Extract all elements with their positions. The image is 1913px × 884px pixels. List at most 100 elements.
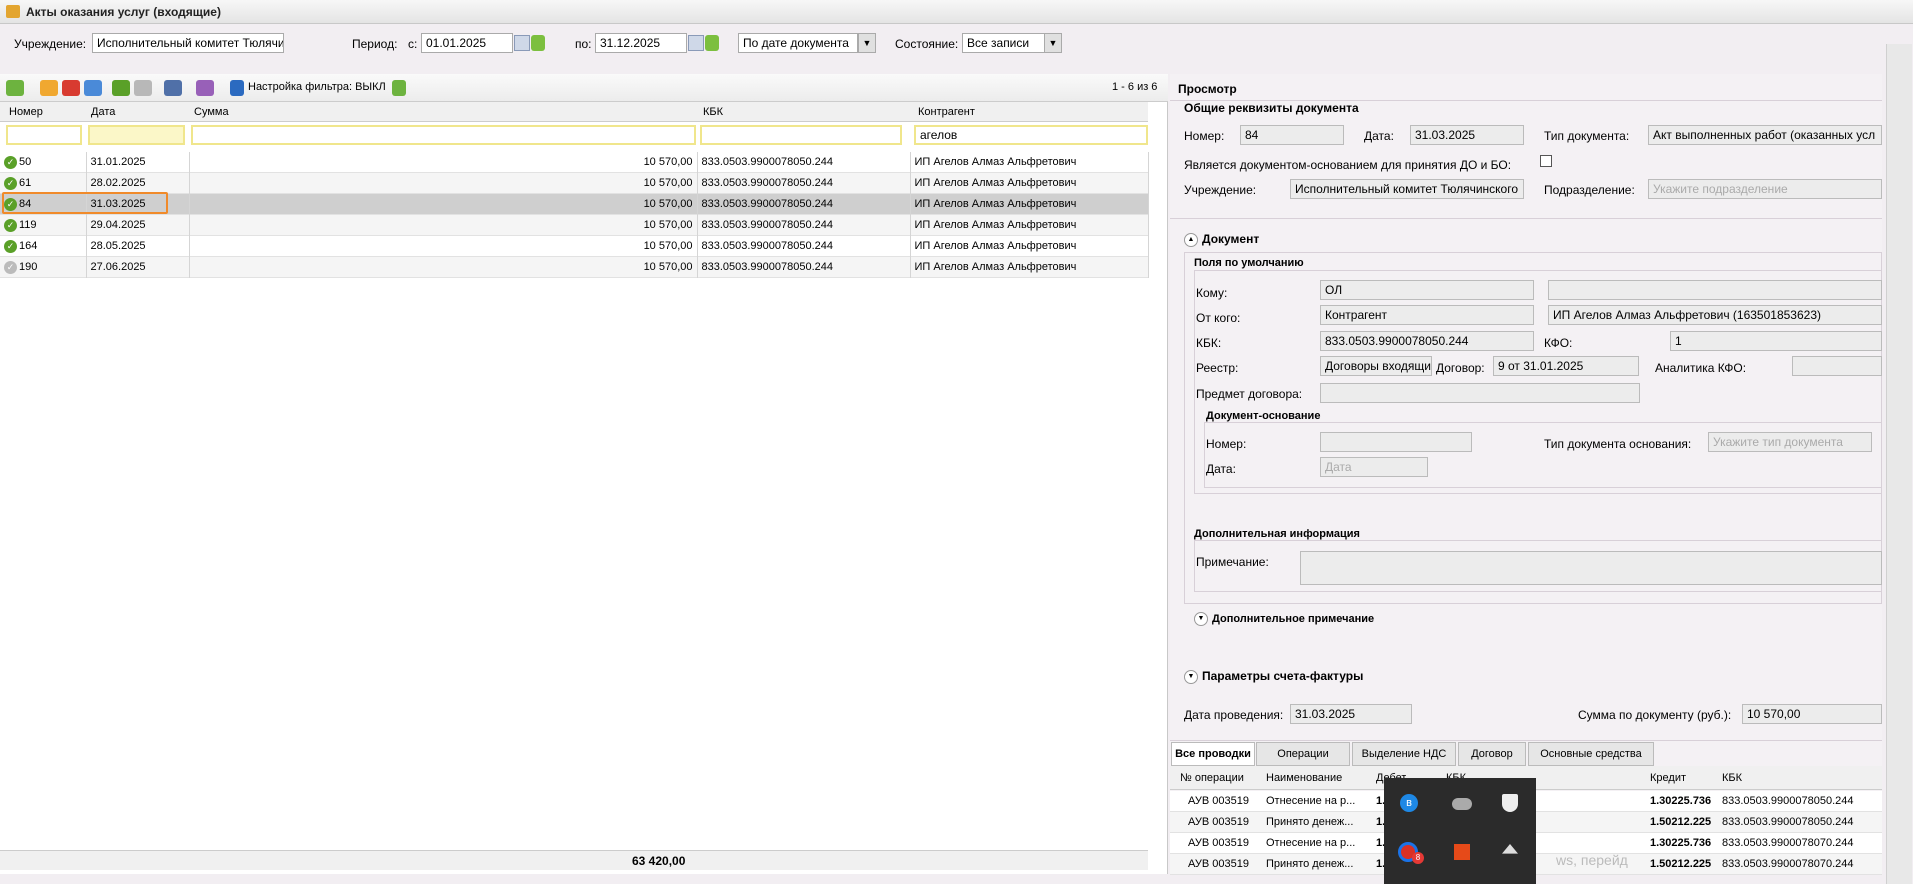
calendar-icon[interactable] — [688, 35, 704, 51]
institution-field[interactable]: Исполнительный комитет Тюлячи — [92, 33, 284, 53]
table-row[interactable]: ✓ 119 29.04.2025 10 570,00 833.0503.99000780… — [0, 214, 1149, 236]
col-kbk[interactable]: КБК — [703, 106, 723, 118]
row-date: 28.02.2025 — [90, 177, 146, 189]
tab-4[interactable]: Основные средства — [1528, 742, 1654, 766]
row-date: 31.01.2025 — [90, 156, 146, 168]
vertical-scrollbar[interactable] — [1886, 44, 1912, 884]
subdivision-field[interactable]: Укажите подразделение — [1648, 179, 1882, 199]
filter-number-input[interactable] — [6, 125, 82, 145]
eject-usb-icon[interactable] — [1502, 844, 1518, 854]
document-section-title[interactable]: ▲ Документ — [1184, 232, 1259, 247]
from-name-field[interactable]: ИП Агелов Алмаз Альфретович (16350185362… — [1548, 305, 1882, 325]
basis-type-field[interactable]: Укажите тип документа — [1708, 432, 1872, 452]
row-kbk: 833.0503.9900078050.244 — [701, 219, 834, 231]
filter-kbk-input[interactable] — [700, 125, 902, 145]
row-kbk: 833.0503.9900078050.244 — [701, 156, 834, 168]
note-field[interactable] — [1300, 551, 1882, 585]
filter-setting-button[interactable]: Настройка фильтра: ВЫКЛ — [248, 81, 386, 93]
subject-field[interactable] — [1320, 383, 1640, 403]
row-contractor: ИП Агелов Алмаз Альфретович — [914, 156, 1077, 168]
refresh-date-icon[interactable] — [705, 35, 719, 51]
date-to-field[interactable]: 31.12.2025 — [595, 33, 687, 53]
table-row[interactable]: ✓ 61 28.02.2025 10 570,00 833.0503.990007805… — [0, 172, 1149, 194]
filter-contractor-input[interactable]: агелов — [914, 125, 1148, 145]
to-field[interactable]: ОЛ — [1320, 280, 1534, 300]
postings-cell-op: АУВ 003519 — [1188, 837, 1249, 849]
edit-icon[interactable] — [40, 80, 58, 96]
tab-3[interactable]: Договор — [1458, 742, 1526, 766]
contract-field[interactable]: 9 от 31.01.2025 — [1493, 356, 1639, 376]
extra-note-title[interactable]: ▼ Дополнительное примечание — [1194, 612, 1374, 626]
delete-icon[interactable] — [62, 80, 80, 96]
chevron-down-icon[interactable]: ▼ — [1044, 33, 1062, 53]
basis-date-field[interactable]: Дата — [1320, 457, 1428, 477]
registry-field[interactable]: Договоры входящие — [1320, 356, 1432, 376]
filter-icon[interactable] — [230, 80, 244, 96]
postings-cell-kbk2: 833.0503.9900078050.244 — [1722, 816, 1854, 828]
doc-sum-field[interactable]: 10 570,00 — [1742, 704, 1882, 724]
filter-sum-input[interactable] — [191, 125, 696, 145]
tab-0[interactable]: Все проводки — [1171, 742, 1255, 766]
table-row[interactable]: ✓ 190 27.06.2025 10 570,00 833.0503.99000780… — [0, 256, 1149, 278]
tab-1[interactable]: Операции — [1256, 742, 1350, 766]
postings-cell-credit: 1.50212.225 — [1650, 858, 1712, 870]
doc-type-field[interactable]: Акт выполненных работ (оказанных усл — [1648, 125, 1882, 145]
filter-date-input[interactable] — [88, 125, 185, 145]
row-kbk: 833.0503.9900078050.244 — [701, 261, 834, 273]
settings-icon[interactable] — [196, 80, 214, 96]
row-contractor: ИП Агелов Алмаз Альфретович — [914, 240, 1077, 252]
collapse-icon[interactable]: ▲ — [1184, 232, 1198, 247]
number-field[interactable]: 84 — [1240, 125, 1344, 145]
office-icon[interactable] — [1454, 844, 1470, 860]
postings-col-0[interactable]: № операции — [1180, 768, 1244, 789]
institution-view-field[interactable]: Исполнительный комитет Тюлячинского — [1290, 179, 1524, 199]
kfo-field[interactable]: 1 — [1670, 331, 1882, 351]
expand-icon[interactable]: ▼ — [1194, 612, 1208, 626]
chevron-down-icon[interactable]: ▼ — [858, 33, 876, 53]
security-warning-icon[interactable] — [1502, 794, 1518, 812]
table-row[interactable]: ✓ 50 31.01.2025 10 570,00 833.0503.990007805… — [0, 152, 1149, 173]
cloud-offline-icon[interactable] — [1452, 798, 1472, 810]
number-label: Номер: — [1184, 129, 1225, 143]
refresh-icon[interactable] — [392, 80, 406, 96]
print-icon[interactable] — [164, 80, 182, 96]
calendar-icon[interactable] — [514, 35, 530, 51]
from-field[interactable]: Контрагент — [1320, 305, 1534, 325]
kbk-field[interactable]: 833.0503.9900078050.244 — [1320, 331, 1534, 351]
unapprove-icon[interactable] — [134, 80, 152, 96]
to-detail-field[interactable] — [1548, 280, 1882, 300]
tab-2[interactable]: Выделение НДС — [1352, 742, 1456, 766]
copy-icon[interactable] — [84, 80, 102, 96]
grid-footer: 63 420,00 — [0, 850, 1148, 870]
pending-status-icon: ✓ — [4, 260, 17, 274]
add-icon[interactable] — [6, 80, 24, 96]
state-select[interactable]: Все записи — [962, 33, 1046, 53]
basis-number-field[interactable] — [1320, 432, 1472, 452]
refresh-date-icon[interactable] — [531, 35, 545, 51]
bluetooth-icon[interactable]: ʙ — [1400, 794, 1418, 812]
post-date-field[interactable]: 31.03.2025 — [1290, 704, 1412, 724]
date-from-field[interactable]: 01.01.2025 — [421, 33, 513, 53]
postings-col-4[interactable]: Кредит — [1650, 768, 1686, 789]
table-row[interactable]: ✓ 84 31.03.2025 10 570,00 833.0503.990007805… — [0, 193, 1149, 215]
postings-col-1[interactable]: Наименование — [1266, 768, 1342, 789]
row-sum: 10 570,00 — [643, 240, 693, 252]
selected-row-highlight — [2, 192, 168, 214]
postings-cell-op: АУВ 003519 — [1188, 816, 1249, 828]
postings-col-5[interactable]: КБК — [1722, 768, 1742, 789]
col-sum[interactable]: Сумма — [194, 106, 229, 118]
basis-label: Является документом-основанием для приня… — [1184, 158, 1512, 172]
post-date-label: Дата проведения: — [1184, 708, 1284, 722]
analytics-kfo-field[interactable] — [1792, 356, 1882, 376]
table-row[interactable]: ✓ 164 28.05.2025 10 570,00 833.0503.99000780… — [0, 235, 1149, 257]
col-number[interactable]: Номер — [9, 106, 43, 118]
col-contractor[interactable]: Контрагент — [918, 106, 975, 118]
invoice-section-title[interactable]: ▼ Параметры счета-фактуры — [1184, 669, 1363, 684]
date-field[interactable]: 31.03.2025 — [1410, 125, 1524, 145]
approve-icon[interactable] — [112, 80, 130, 96]
collapse-icon[interactable]: ▼ — [1184, 669, 1198, 684]
row-contractor: ИП Агелов Алмаз Альфретович — [914, 177, 1077, 189]
date-mode-select[interactable]: По дате документа — [738, 33, 858, 53]
basis-checkbox[interactable] — [1540, 155, 1552, 167]
col-date[interactable]: Дата — [91, 106, 115, 118]
